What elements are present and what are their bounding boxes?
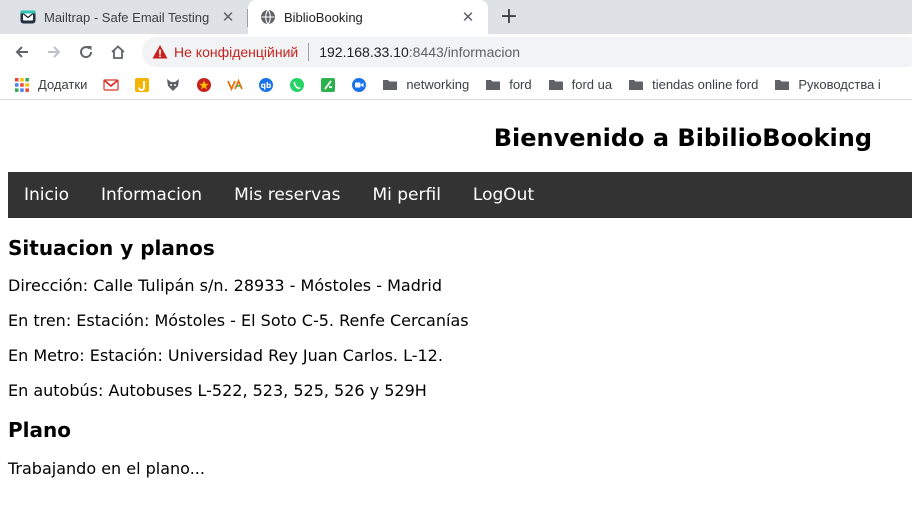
plano-text: Trabajando en el plano...: [8, 459, 205, 478]
section-title-situacion: Situacion y planos: [8, 236, 215, 260]
url-path: :8443/informacion: [408, 44, 521, 60]
nav-mi-perfil[interactable]: Mi perfil: [356, 172, 456, 218]
bookmark-j[interactable]: [134, 77, 150, 93]
home-icon: [111, 45, 125, 59]
nav-mis-reservas[interactable]: Mis reservas: [218, 172, 356, 218]
tab-title: BiblioBooking: [284, 9, 363, 25]
close-tab-icon[interactable]: ✕: [458, 7, 478, 27]
svg-text:qb: qb: [261, 81, 272, 90]
home-button[interactable]: [106, 40, 130, 64]
tab-title: Mailtrap - Safe Email Testing: [44, 9, 210, 25]
browser-toolbar: Не конфіденційний 192.168.33.10:8443/inf…: [0, 34, 912, 70]
bookmark-gmail[interactable]: [103, 77, 119, 93]
url-host: 192.168.33.10: [319, 44, 409, 60]
warning-icon: [152, 45, 168, 59]
bookmark-folder-guides[interactable]: Руководства i: [774, 77, 881, 93]
mailtrap-icon: [20, 10, 36, 24]
bookmark-feedly[interactable]: [320, 77, 336, 93]
reload-icon: [80, 46, 93, 59]
nav-informacion[interactable]: Informacion: [85, 172, 218, 218]
feedly-icon: [321, 77, 336, 92]
new-tab-button[interactable]: +: [498, 6, 520, 28]
back-button[interactable]: [10, 40, 34, 64]
address-line: Dirección: Calle Tulipán s/n. 28933 - Mó…: [8, 276, 443, 295]
bookmark-apps[interactable]: Додатки: [14, 77, 87, 93]
bookmark-label: networking: [406, 77, 470, 92]
apps-grid-icon: [15, 77, 29, 92]
tab-mailtrap[interactable]: Mailtrap - Safe Email Testing ✕: [8, 0, 248, 34]
section-title-plano: Plano: [8, 418, 71, 442]
bookmark-qb[interactable]: qb: [258, 77, 274, 93]
bookmark-label: Руководства i: [798, 77, 881, 92]
tab-strip: Mailtrap - Safe Email Testing ✕ BiblioBo…: [0, 0, 912, 34]
nav-inicio[interactable]: Inicio: [8, 172, 85, 218]
bookmarks-bar: Додатки qb networking ford ford ua tiend…: [0, 70, 912, 100]
forward-arrow-icon: [48, 46, 61, 58]
folder-icon: [383, 79, 398, 90]
bus-line: En autobús: Autobuses L-522, 523, 525, 5…: [8, 381, 427, 400]
address-bar[interactable]: Не конфіденційний 192.168.33.10:8443/inf…: [142, 37, 912, 67]
folder-icon: [629, 79, 644, 90]
close-tab-icon[interactable]: ✕: [218, 7, 238, 27]
globe-icon: [261, 9, 275, 25]
nav-logout[interactable]: LogOut: [457, 172, 550, 218]
tab-bibliobooking[interactable]: BiblioBooking ✕: [248, 0, 488, 34]
forward-button[interactable]: [42, 40, 66, 64]
site-title: Bienvenido a BibilioBooking: [493, 124, 872, 152]
star-badge-icon: [197, 77, 212, 92]
folder-icon: [548, 79, 563, 90]
security-status[interactable]: Не конфіденційний: [174, 44, 298, 60]
bookmark-label: ford ua: [571, 77, 613, 92]
page-content: Bienvenido a BibilioBooking Inicio Infor…: [0, 100, 912, 526]
bookmark-star-badge[interactable]: [196, 77, 212, 93]
bookmark-folder-tiendas[interactable]: tiendas online ford: [628, 77, 758, 93]
j-icon: [135, 77, 150, 92]
omnibox-divider: [308, 43, 310, 61]
bookmark-folder-ford[interactable]: ford: [485, 77, 532, 93]
back-arrow-icon: [15, 46, 28, 58]
whatsapp-icon: [290, 77, 305, 92]
folder-icon: [486, 79, 501, 90]
bookmark-whatsapp[interactable]: [289, 77, 305, 93]
bookmark-label: ford: [509, 77, 532, 92]
bookmark-meet[interactable]: [351, 77, 367, 93]
metro-line: En Metro: Estación: Universidad Rey Juan…: [8, 346, 443, 365]
bookmark-label: tiendas online ford: [652, 77, 759, 92]
bookmark-fox[interactable]: [165, 77, 181, 93]
main-nav: Inicio Informacion Mis reservas Mi perfi…: [8, 172, 912, 218]
fox-icon: [167, 78, 180, 91]
bookmark-folder-ford-ua[interactable]: ford ua: [548, 77, 612, 93]
bookmark-va[interactable]: [227, 77, 244, 93]
qb-icon: qb: [259, 77, 274, 92]
meet-icon: [352, 77, 367, 92]
bookmark-folder-networking[interactable]: networking: [382, 77, 469, 93]
gmail-icon: [103, 78, 119, 91]
bookmark-label: Додатки: [38, 77, 88, 92]
reload-button[interactable]: [74, 40, 98, 64]
train-line: En tren: Estación: Móstoles - El Soto C-…: [8, 311, 469, 330]
va-icon: [227, 78, 244, 91]
folder-icon: [775, 79, 790, 90]
